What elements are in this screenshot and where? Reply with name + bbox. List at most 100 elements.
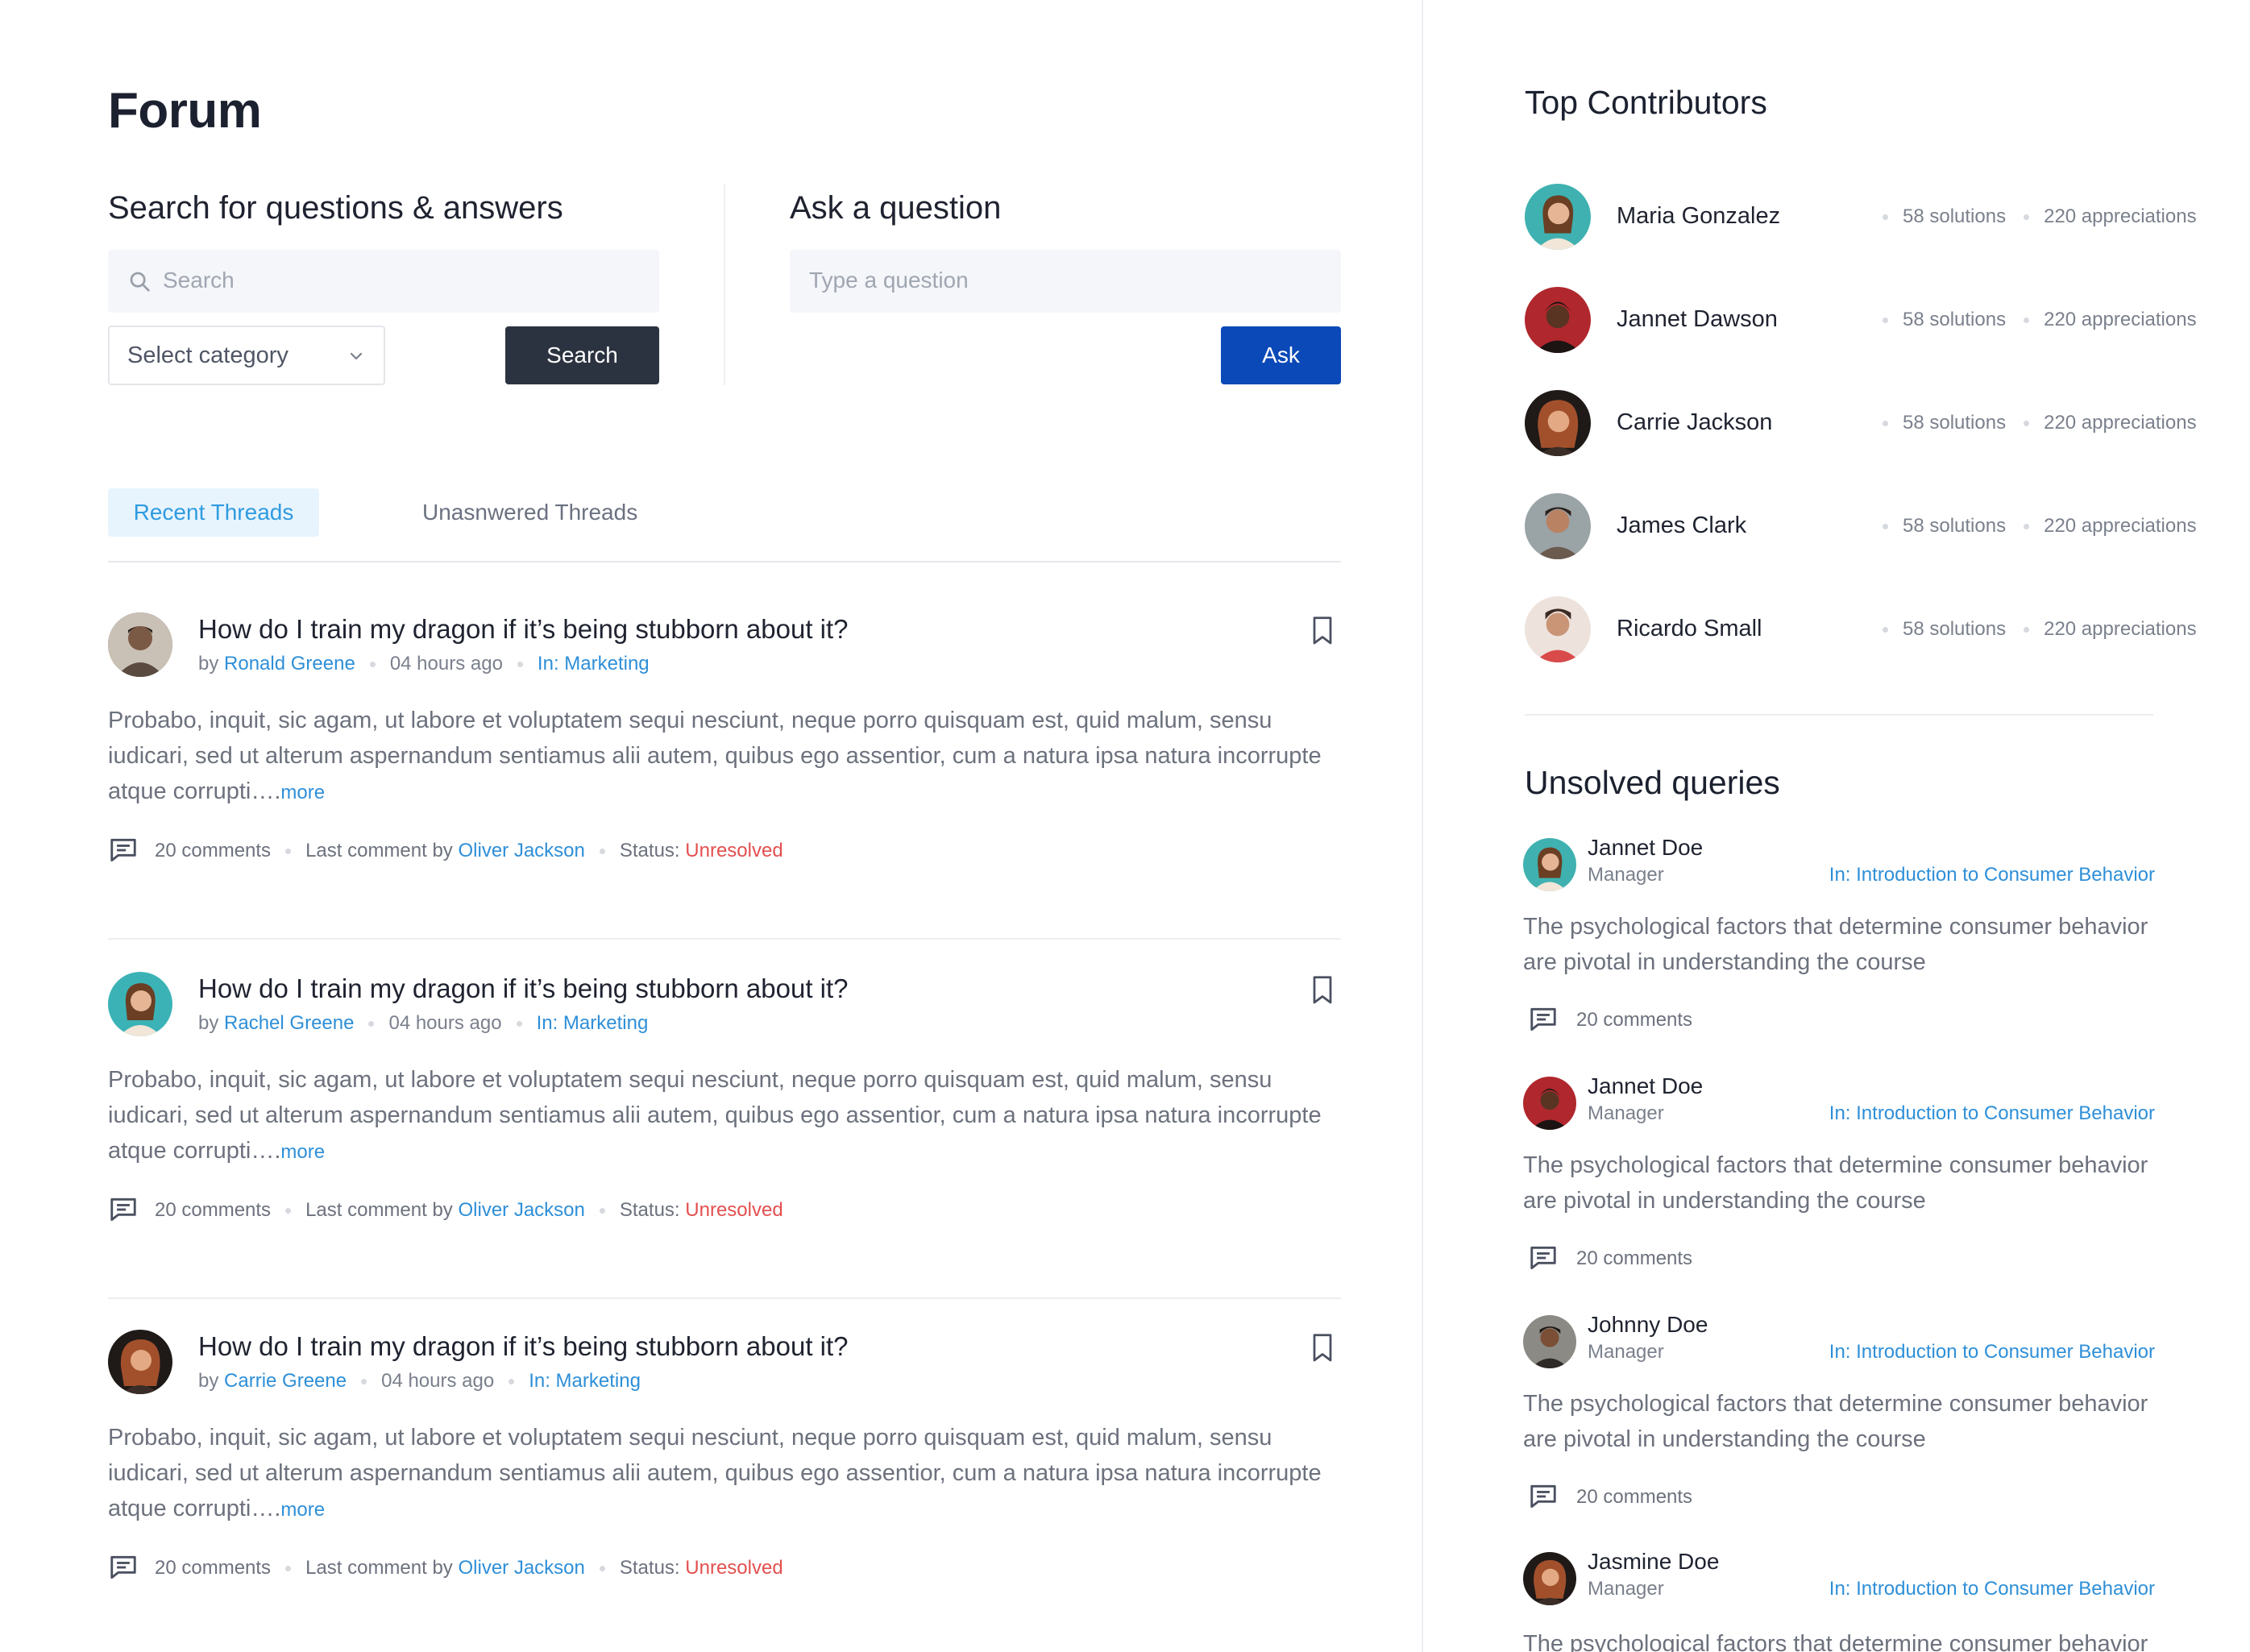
status-prefix: Status: <box>619 1199 680 1221</box>
contributor-name[interactable]: Ricardo Small <box>1617 616 1762 642</box>
category-select[interactable]: Select category <box>108 326 385 385</box>
sidebar-divider <box>1525 714 2153 716</box>
search-icon <box>130 272 150 292</box>
forum-main: Forum Search for questions & answers Sea… <box>0 0 1422 1652</box>
comments-count[interactable]: 20 comments <box>155 1557 271 1579</box>
top-contributors-heading: Top Contributors <box>1525 84 1767 121</box>
avatar[interactable] <box>108 612 172 677</box>
avatar[interactable] <box>1525 596 1591 662</box>
separator-dot <box>599 1208 605 1214</box>
thread-category-link[interactable]: In: Marketing <box>529 1370 641 1392</box>
by-prefix: by <box>198 1012 219 1034</box>
query-author-role: Manager <box>1588 1102 1664 1124</box>
avatar[interactable] <box>1525 287 1591 353</box>
by-prefix: by <box>198 653 219 674</box>
query-author-role: Manager <box>1588 864 1664 886</box>
thread-category-link[interactable]: In: Marketing <box>538 653 650 674</box>
comments-count[interactable]: 20 comments <box>1576 1247 1692 1270</box>
search-placeholder: Search <box>163 268 235 293</box>
comment-icon <box>1530 1484 1556 1509</box>
solutions-count: 58 solutions <box>1903 205 2007 227</box>
separator-dot <box>361 1379 367 1385</box>
contributor-item: Jannet Dawson 58 solutions 220 appreciati… <box>1525 287 2197 355</box>
query-author-name[interactable]: Jannet Doe <box>1588 835 1703 861</box>
query-author-name[interactable]: Jannet Doe <box>1588 1073 1703 1099</box>
avatar[interactable] <box>108 1330 172 1394</box>
search-button[interactable]: Search <box>505 326 659 384</box>
contributor-name[interactable]: Jannet Dawson <box>1617 306 1778 333</box>
query-author-role: Manager <box>1588 1341 1664 1363</box>
appreciations-count: 220 appreciations <box>2044 205 2197 227</box>
avatar[interactable] <box>1525 493 1591 559</box>
query-item: Jannet Doe Manager In: Introduction to C… <box>1523 1073 2155 1315</box>
last-comment-prefix: Last comment by <box>305 1199 453 1221</box>
tabs-underline <box>108 561 1341 562</box>
comments-count[interactable]: 20 comments <box>155 1199 271 1221</box>
avatar[interactable] <box>1523 1077 1576 1130</box>
query-text[interactable]: The psychological factors that determine… <box>1523 1148 2155 1218</box>
separator-dot <box>2024 524 2030 530</box>
query-course-link[interactable]: In: Introduction to Consumer Behavior <box>1829 1341 2155 1364</box>
query-author-name[interactable]: Johnny Doe <box>1588 1312 1708 1338</box>
comments-count[interactable]: 20 comments <box>1576 1009 1692 1031</box>
comments-count[interactable]: 20 comments <box>155 840 271 861</box>
search-input[interactable]: Search <box>108 250 659 313</box>
bookmark-icon[interactable] <box>1310 616 1335 646</box>
last-commenter-link[interactable]: Oliver Jackson <box>458 1557 584 1579</box>
query-course-link[interactable]: In: Introduction to Consumer Behavior <box>1829 1102 2155 1125</box>
thread-excerpt: Probabo, inquit, sic agam, ut labore et … <box>108 1062 1341 1170</box>
bookmark-icon[interactable] <box>1310 1333 1335 1364</box>
contributor-name[interactable]: Maria Gonzalez <box>1617 203 1780 230</box>
separator-dot <box>2024 421 2030 427</box>
thread-category-link[interactable]: In: Marketing <box>537 1012 649 1034</box>
tab-recent-threads[interactable]: Recent Threads <box>108 488 319 537</box>
contributor-stats: 58 solutions 220 appreciations <box>1883 205 2197 228</box>
separator-dot <box>509 1379 515 1385</box>
query-text[interactable]: The psychological factors that determine… <box>1523 1386 2155 1457</box>
ask-button[interactable]: Ask <box>1221 326 1341 384</box>
thread-title[interactable]: How do I train my dragon if it’s being s… <box>198 1331 849 1362</box>
query-course-link[interactable]: In: Introduction to Consumer Behavior <box>1829 1578 2155 1600</box>
query-item: Jasmine Doe Manager In: Introduction to … <box>1523 1552 2155 1652</box>
thread-title[interactable]: How do I train my dragon if it’s being s… <box>198 973 849 1004</box>
avatar[interactable] <box>108 972 172 1036</box>
thread-divider <box>108 938 1341 940</box>
separator-dot <box>368 1021 375 1027</box>
last-commenter-link[interactable]: Oliver Jackson <box>458 1199 584 1221</box>
contributor-name[interactable]: James Clark <box>1617 513 1746 539</box>
thread-time: 04 hours ago <box>388 1012 502 1034</box>
thread-author-link[interactable]: Carrie Greene <box>224 1370 347 1392</box>
query-author-name[interactable]: Jasmine Doe <box>1588 1552 1719 1575</box>
more-link[interactable]: more <box>280 1499 325 1521</box>
contributor-name[interactable]: Carrie Jackson <box>1617 409 1772 436</box>
status-badge: Unresolved <box>685 1557 783 1579</box>
tab-unanswered-threads[interactable]: Unasnwered Threads <box>422 488 637 537</box>
question-placeholder: Type a question <box>809 268 969 293</box>
last-commenter-link[interactable]: Oliver Jackson <box>458 840 584 861</box>
avatar[interactable] <box>1523 1315 1576 1368</box>
comment-icon <box>1530 1007 1556 1031</box>
by-prefix: by <box>198 1370 219 1392</box>
avatar[interactable] <box>1523 838 1576 891</box>
thread-author-link[interactable]: Ronald Greene <box>224 653 355 674</box>
contributor-item: Ricardo Small 58 solutions 220 appreciati… <box>1525 596 2197 664</box>
query-text[interactable]: The psychological factors that determine… <box>1523 1626 2155 1652</box>
separator-dot <box>285 1208 292 1214</box>
query-text[interactable]: The psychological factors that determine… <box>1523 909 2155 980</box>
avatar[interactable] <box>1525 184 1591 250</box>
thread-author-link[interactable]: Rachel Greene <box>224 1012 354 1034</box>
thread-title[interactable]: How do I train my dragon if it’s being s… <box>198 614 849 645</box>
more-link[interactable]: more <box>280 782 325 803</box>
avatar[interactable] <box>1523 1552 1576 1605</box>
separator-dot <box>599 1566 605 1572</box>
thread-excerpt: Probabo, inquit, sic agam, ut labore et … <box>108 703 1341 811</box>
status-prefix: Status: <box>619 840 680 861</box>
more-link[interactable]: more <box>280 1141 325 1163</box>
separator-dot <box>1883 421 1888 427</box>
avatar[interactable] <box>1525 390 1591 456</box>
question-input[interactable]: Type a question <box>790 250 1341 313</box>
contributor-item: James Clark 58 solutions 220 appreciation… <box>1525 493 2197 561</box>
bookmark-icon[interactable] <box>1310 975 1335 1006</box>
comments-count[interactable]: 20 comments <box>1576 1486 1692 1509</box>
query-course-link[interactable]: In: Introduction to Consumer Behavior <box>1829 864 2155 886</box>
